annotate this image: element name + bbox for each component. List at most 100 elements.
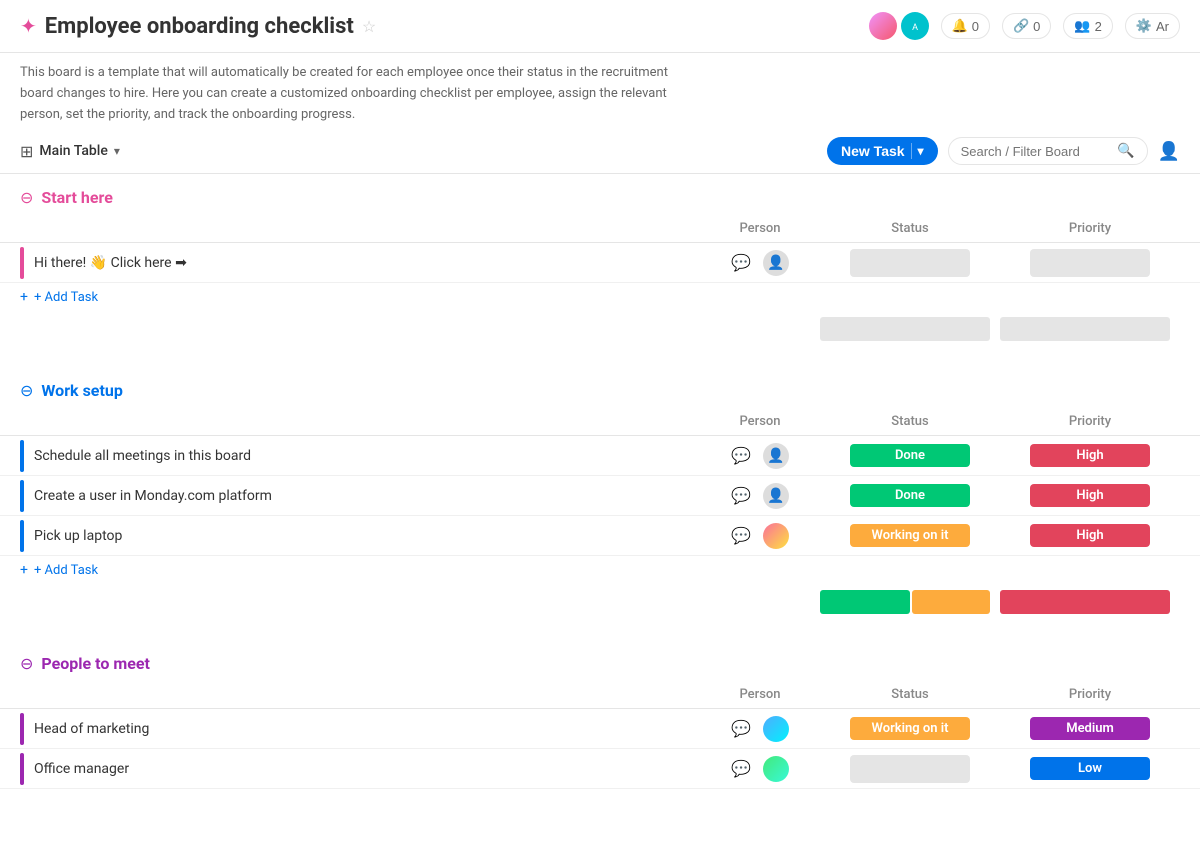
person-avatar-default: 👤 [763,250,789,276]
task-name[interactable]: Pick up laptop [34,524,700,548]
table-row: Head of marketing 💬 Working on it Medium [0,709,1200,749]
group-start-here-columns: Person Status Priority [0,215,1200,243]
comment-icon[interactable]: 💬 [731,526,751,545]
table-row: Hi there! 👋 Click here ➡ 💬 👤 [0,243,1200,283]
priority-badge-high[interactable]: High [1030,524,1150,547]
add-task-label: + Add Task [34,290,98,305]
bell-button[interactable]: 🔔 0 [941,13,990,39]
bell-icon: 🔔 [952,18,968,34]
task-person-cell: 💬 👤 [700,250,820,276]
status-badge-working[interactable]: Working on it [850,717,970,740]
task-priority-cell[interactable] [1000,249,1180,277]
col-status-header-ws: Status [820,408,1000,435]
person-avatar [763,716,789,742]
task-name[interactable]: Hi there! 👋 Click here ➡ [34,251,700,275]
priority-badge-high[interactable]: High [1030,484,1150,507]
col-status-header: Status [820,215,1000,242]
avatar [869,12,897,40]
task-status-cell[interactable]: Done [820,444,1000,467]
settings-button[interactable]: ⚙️ Ar [1125,13,1180,39]
search-input[interactable] [961,144,1112,159]
task-status-cell[interactable] [820,249,1000,277]
task-person-cell: 💬 👤 [700,483,820,509]
summary-priority-ws [1000,590,1180,614]
task-status-cell[interactable]: Done [820,484,1000,507]
status-badge-empty[interactable] [850,755,970,783]
task-name[interactable]: Schedule all meetings in this board [34,444,700,468]
group-people-columns: Person Status Priority [0,681,1200,709]
search-box: 🔍 [948,137,1148,165]
row-color-bar [20,713,24,745]
group-toggle-start-here[interactable]: ⊖ [20,188,33,207]
new-task-button[interactable]: New Task ▾ [827,137,938,165]
person-avatar-default: 👤 [763,443,789,469]
priority-badge-low[interactable]: Low [1030,757,1150,780]
task-status-cell[interactable] [820,755,1000,783]
task-name[interactable]: Head of marketing [34,717,700,741]
status-badge-working[interactable]: Working on it [850,524,970,547]
clock-button[interactable]: 🔗 0 [1002,13,1051,39]
new-task-arrow-icon: ▾ [918,144,924,158]
row-color-bar [20,247,24,279]
summary-status-ws [820,590,1000,614]
status-badge-empty[interactable] [850,249,970,277]
summary-high-bar [1000,590,1170,614]
star-icon[interactable]: ☆ [362,17,376,36]
group-people-to-meet: ⊖ People to meet Person Status Priority … [0,640,1200,789]
table-row: Pick up laptop 💬 Working on it High [0,516,1200,556]
col-priority-header: Priority [1000,215,1180,242]
task-priority-cell[interactable]: Medium [1000,717,1180,740]
task-status-cell[interactable]: Working on it [820,717,1000,740]
task-status-cell[interactable]: Working on it [820,524,1000,547]
comment-icon[interactable]: 💬 [731,486,751,505]
summary-row-work-setup [14,584,1200,620]
settings-icon: ⚙️ [1136,18,1152,34]
bell-count: 0 [972,19,979,34]
person-avatar [763,756,789,782]
svg-text:A: A [912,23,918,33]
col-priority-header-p: Priority [1000,681,1180,708]
task-priority-cell[interactable]: High [1000,484,1180,507]
person-count: 2 [1095,19,1102,34]
priority-badge-high[interactable]: High [1030,444,1150,467]
task-person-cell: 💬 👤 [700,443,820,469]
add-task-start-here[interactable]: + + Add Task [0,283,1200,311]
group-title-work-setup: Work setup [41,381,122,400]
comment-icon[interactable]: 💬 [731,759,751,778]
main-content: ⊖ Start here Person Status Priority Hi t… [0,174,1200,849]
table-chevron-icon[interactable]: ▾ [114,144,120,158]
toolbar-right: New Task ▾ 🔍 👤 [827,137,1180,165]
person-count-button[interactable]: 👥 2 [1063,13,1112,39]
table-name-label[interactable]: Main Table [39,143,107,159]
col-task-header-ws [44,416,700,428]
add-task-icon: + [20,562,28,578]
group-start-here-header: ⊖ Start here [0,174,1200,215]
task-name[interactable]: Office manager [34,757,700,781]
table-row: Office manager 💬 Low [0,749,1200,789]
comment-icon[interactable]: 💬 [731,446,751,465]
summary-done-bar [820,590,910,614]
task-priority-cell[interactable]: Low [1000,757,1180,780]
row-color-bar [20,480,24,512]
priority-badge-medium[interactable]: Medium [1030,717,1150,740]
add-task-work-setup[interactable]: + + Add Task [0,556,1200,584]
avatar-circle: A [901,12,929,40]
task-priority-cell[interactable]: High [1000,524,1180,547]
priority-badge-empty[interactable] [1030,249,1150,277]
persons-icon: 👥 [1074,18,1090,34]
status-badge-done[interactable]: Done [850,484,970,507]
task-person-cell: 💬 [700,716,820,742]
group-work-setup: ⊖ Work setup Person Status Priority Sche… [0,367,1200,620]
comment-icon[interactable]: 💬 [731,253,751,272]
group-work-setup-columns: Person Status Priority [0,408,1200,436]
status-badge-done[interactable]: Done [850,444,970,467]
filter-person-icon[interactable]: 👤 [1158,141,1180,162]
task-priority-cell[interactable]: High [1000,444,1180,467]
board-description: This board is a template that will autom… [0,53,700,129]
task-name[interactable]: Create a user in Monday.com platform [34,484,700,508]
group-title-start-here: Start here [41,188,112,207]
comment-icon[interactable]: 💬 [731,719,751,738]
group-toggle-people[interactable]: ⊖ [20,654,33,673]
new-task-label: New Task [841,143,905,159]
group-toggle-work-setup[interactable]: ⊖ [20,381,33,400]
